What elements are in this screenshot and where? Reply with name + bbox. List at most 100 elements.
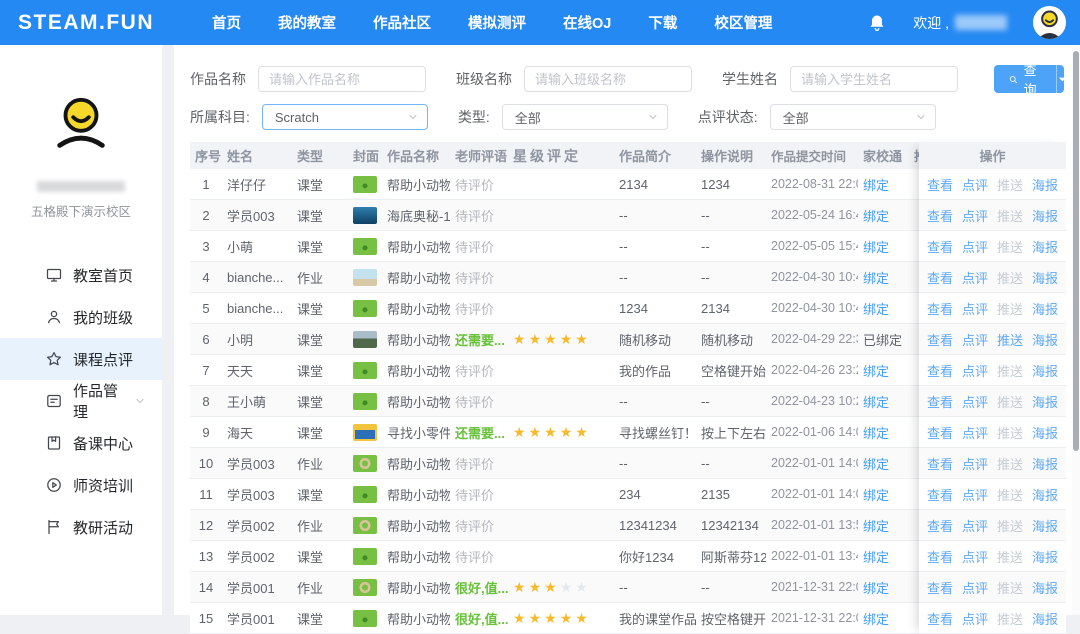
action-view[interactable]: 查看 bbox=[927, 299, 953, 318]
action-view[interactable]: 查看 bbox=[927, 392, 953, 411]
action-review[interactable]: 点评 bbox=[962, 423, 988, 442]
topnav-item-3[interactable]: 作品社区 bbox=[373, 12, 431, 33]
action-review[interactable]: 点评 bbox=[962, 237, 988, 256]
action-poster[interactable]: 海报 bbox=[1032, 392, 1058, 411]
work-cover[interactable] bbox=[350, 610, 382, 627]
sidebar-item-book[interactable]: 备课中心 bbox=[0, 422, 162, 464]
topnav-item-7[interactable]: 校区管理 bbox=[714, 12, 772, 33]
class-name-input[interactable] bbox=[524, 66, 692, 92]
action-poster[interactable]: 海报 bbox=[1032, 423, 1058, 442]
scrollbar-thumb[interactable] bbox=[1073, 51, 1079, 451]
action-view[interactable]: 查看 bbox=[927, 330, 953, 349]
work-cover[interactable] bbox=[350, 207, 382, 224]
work-cover[interactable] bbox=[350, 486, 382, 503]
action-poster[interactable]: 海报 bbox=[1032, 485, 1058, 504]
bind-link[interactable]: 绑定 bbox=[863, 271, 889, 286]
action-view[interactable]: 查看 bbox=[927, 485, 953, 504]
action-review[interactable]: 点评 bbox=[962, 609, 988, 628]
review-status-select[interactable]: 全部 bbox=[770, 104, 936, 130]
action-review[interactable]: 点评 bbox=[962, 516, 988, 535]
bind-link[interactable]: 绑定 bbox=[863, 519, 889, 534]
action-review[interactable]: 点评 bbox=[962, 392, 988, 411]
work-cover[interactable] bbox=[350, 579, 382, 596]
topnav-item-1[interactable]: 首页 bbox=[212, 12, 241, 33]
bind-link[interactable]: 绑定 bbox=[863, 364, 889, 379]
work-name-input[interactable] bbox=[258, 66, 426, 92]
bind-link[interactable]: 绑定 bbox=[863, 240, 889, 255]
sidebar-item-star[interactable]: 课程点评 bbox=[0, 338, 162, 380]
action-view[interactable]: 查看 bbox=[927, 268, 953, 287]
action-push[interactable]: 推送 bbox=[997, 330, 1023, 349]
work-cover[interactable] bbox=[350, 393, 382, 410]
action-poster[interactable]: 海报 bbox=[1032, 516, 1058, 535]
work-cover[interactable] bbox=[350, 362, 382, 379]
action-poster[interactable]: 海报 bbox=[1032, 175, 1058, 194]
action-poster[interactable]: 海报 bbox=[1032, 547, 1058, 566]
topnav-item-6[interactable]: 下载 bbox=[648, 12, 677, 33]
bind-link[interactable]: 绑定 bbox=[863, 209, 889, 224]
bind-link[interactable]: 绑定 bbox=[863, 550, 889, 565]
topnav-item-2[interactable]: 我的教室 bbox=[278, 12, 336, 33]
work-cover[interactable] bbox=[350, 424, 382, 441]
action-view[interactable]: 查看 bbox=[927, 175, 953, 194]
action-view[interactable]: 查看 bbox=[927, 454, 953, 473]
action-view[interactable]: 查看 bbox=[927, 206, 953, 225]
action-view[interactable]: 查看 bbox=[927, 547, 953, 566]
sidebar-item-play-circle[interactable]: 师资培训 bbox=[0, 464, 162, 506]
sidebar-item-user[interactable]: 我的班级 bbox=[0, 296, 162, 338]
user-avatar[interactable] bbox=[1033, 6, 1066, 39]
topnav-item-5[interactable]: 在线OJ bbox=[563, 12, 611, 33]
action-view[interactable]: 查看 bbox=[927, 237, 953, 256]
action-review[interactable]: 点评 bbox=[962, 330, 988, 349]
bell-icon[interactable] bbox=[867, 13, 887, 33]
action-poster[interactable]: 海报 bbox=[1032, 299, 1058, 318]
work-cover[interactable] bbox=[350, 548, 382, 565]
action-review[interactable]: 点评 bbox=[962, 206, 988, 225]
bind-link[interactable]: 绑定 bbox=[863, 581, 889, 596]
search-button[interactable]: 查询 bbox=[994, 65, 1056, 93]
action-view[interactable]: 查看 bbox=[927, 578, 953, 597]
action-review[interactable]: 点评 bbox=[962, 547, 988, 566]
action-poster[interactable]: 海报 bbox=[1032, 609, 1058, 628]
work-cover[interactable] bbox=[350, 176, 382, 193]
action-poster[interactable]: 海报 bbox=[1032, 206, 1058, 225]
work-cover[interactable] bbox=[350, 238, 382, 255]
work-cover[interactable] bbox=[350, 269, 382, 286]
bind-link[interactable]: 绑定 bbox=[863, 457, 889, 472]
sidebar-item-monitor[interactable]: 教室首页 bbox=[0, 254, 162, 296]
action-view[interactable]: 查看 bbox=[927, 609, 953, 628]
action-poster[interactable]: 海报 bbox=[1032, 330, 1058, 349]
bind-link[interactable]: 绑定 bbox=[863, 395, 889, 410]
subject-select[interactable]: Scratch bbox=[262, 104, 428, 130]
action-view[interactable]: 查看 bbox=[927, 516, 953, 535]
action-poster[interactable]: 海报 bbox=[1032, 361, 1058, 380]
action-poster[interactable]: 海报 bbox=[1032, 578, 1058, 597]
sidebar-item-document[interactable]: 作品管理 bbox=[0, 380, 162, 422]
work-cover[interactable] bbox=[350, 455, 382, 472]
bind-link[interactable]: 绑定 bbox=[863, 426, 889, 441]
action-review[interactable]: 点评 bbox=[962, 361, 988, 380]
action-review[interactable]: 点评 bbox=[962, 485, 988, 504]
action-review[interactable]: 点评 bbox=[962, 175, 988, 194]
action-review[interactable]: 点评 bbox=[962, 299, 988, 318]
type-select[interactable]: 全部 bbox=[502, 104, 668, 130]
action-view[interactable]: 查看 bbox=[927, 423, 953, 442]
search-dropdown-button[interactable] bbox=[1056, 65, 1064, 93]
action-view[interactable]: 查看 bbox=[927, 361, 953, 380]
sidebar-item-flag[interactable]: 教研活动 bbox=[0, 506, 162, 548]
bind-link[interactable]: 绑定 bbox=[863, 178, 889, 193]
action-poster[interactable]: 海报 bbox=[1032, 454, 1058, 473]
action-review[interactable]: 点评 bbox=[962, 268, 988, 287]
work-cover[interactable] bbox=[350, 517, 382, 534]
action-poster[interactable]: 海报 bbox=[1032, 237, 1058, 256]
bind-link[interactable]: 绑定 bbox=[863, 302, 889, 317]
work-cover[interactable] bbox=[350, 300, 382, 317]
action-review[interactable]: 点评 bbox=[962, 454, 988, 473]
student-name-input[interactable] bbox=[790, 66, 958, 92]
work-cover[interactable] bbox=[350, 331, 382, 348]
action-poster[interactable]: 海报 bbox=[1032, 268, 1058, 287]
bind-link[interactable]: 绑定 bbox=[863, 488, 889, 503]
bind-link[interactable]: 绑定 bbox=[863, 612, 889, 627]
action-review[interactable]: 点评 bbox=[962, 578, 988, 597]
topnav-item-4[interactable]: 模拟测评 bbox=[468, 12, 526, 33]
